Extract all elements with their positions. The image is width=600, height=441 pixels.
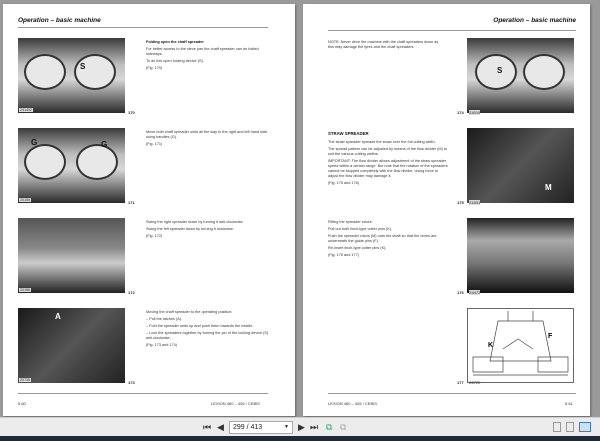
footer-model: LEXION 460 – 405 / CEBIS bbox=[211, 401, 260, 406]
continuous-view-icon[interactable] bbox=[566, 422, 574, 432]
page-header: Operation – basic machine bbox=[493, 17, 576, 24]
viewer-toolbar: ⏮ ◀ 299 / 413 ▼ ▶ ⏭ ⧉ ⧉ bbox=[0, 417, 600, 436]
figure-172-photo: Z0156 bbox=[18, 218, 125, 293]
previous-page-icon[interactable]: ◀ bbox=[217, 421, 224, 433]
right-page: Operation – basic machine S 174 Z4019 NO… bbox=[303, 4, 590, 416]
next-view-icon[interactable]: ⧉ bbox=[340, 421, 346, 433]
figure-171-photo: G G Z0155 bbox=[18, 128, 125, 203]
figure-177-diagram: K F bbox=[467, 308, 574, 383]
two-page-view-icon[interactable] bbox=[579, 422, 591, 432]
figure-173-photo: A Z0735 bbox=[18, 308, 125, 383]
figure-number: 172 bbox=[128, 290, 135, 295]
divider bbox=[328, 30, 576, 31]
page-number: 5.60 bbox=[18, 401, 26, 406]
figure-number: 177 bbox=[457, 380, 464, 385]
figure-174-photo: S bbox=[467, 38, 574, 113]
section-text: NOTE: Never drive the machine with the c… bbox=[328, 40, 439, 49]
figure-number: 170 bbox=[128, 110, 135, 115]
left-page: Operation – basic machine S Z41402 170 Fo… bbox=[3, 4, 295, 416]
single-page-view-icon[interactable] bbox=[553, 422, 561, 432]
chevron-down-icon[interactable]: ▼ bbox=[284, 422, 289, 433]
previous-view-icon[interactable]: ⧉ bbox=[326, 421, 332, 433]
figure-176-photo bbox=[467, 218, 574, 293]
divider bbox=[18, 393, 268, 394]
figure-code: Z1831 bbox=[469, 200, 481, 205]
figure-number: 171 bbox=[128, 200, 135, 205]
section-text: Move both chaff spreader units all the w… bbox=[146, 130, 269, 146]
page-number-input[interactable]: 299 / 413 ▼ bbox=[229, 421, 293, 434]
first-page-icon[interactable]: ⏮ bbox=[203, 421, 211, 433]
section-text: Moving the chaff spreader to the operati… bbox=[146, 310, 269, 347]
section-text: Folding open the chaff spreader For bette… bbox=[146, 40, 259, 70]
figure-170-photo: S Z41402 bbox=[18, 38, 125, 113]
figure-number: 176 bbox=[457, 290, 464, 295]
taskbar bbox=[0, 436, 600, 441]
divider bbox=[328, 393, 576, 394]
figure-number: 174 bbox=[457, 110, 464, 115]
figure-code: Z4019 bbox=[469, 110, 481, 115]
figure-code: Z4472 bbox=[469, 290, 481, 295]
last-page-icon[interactable]: ⏭ bbox=[310, 421, 318, 433]
divider bbox=[18, 27, 268, 28]
figure-175-photo: M bbox=[467, 128, 574, 203]
next-page-icon[interactable]: ▶ bbox=[298, 421, 305, 433]
page-number: 5.61 bbox=[565, 401, 573, 406]
page-header: Operation – basic machine bbox=[18, 17, 101, 24]
figure-number: 175 bbox=[457, 200, 464, 205]
figure-code: Z6720 bbox=[469, 380, 481, 385]
figure-number: 173 bbox=[128, 380, 135, 385]
section-text: STRAW SPREADER The straw spreader spreads… bbox=[328, 131, 448, 185]
footer-model: LEXION 460 – 405 / CEBIS bbox=[328, 401, 377, 406]
section-text: Swing the right spreader down by turning… bbox=[146, 220, 244, 238]
section-text: Fitting the spreader rotors: Pull out bot… bbox=[328, 220, 437, 257]
